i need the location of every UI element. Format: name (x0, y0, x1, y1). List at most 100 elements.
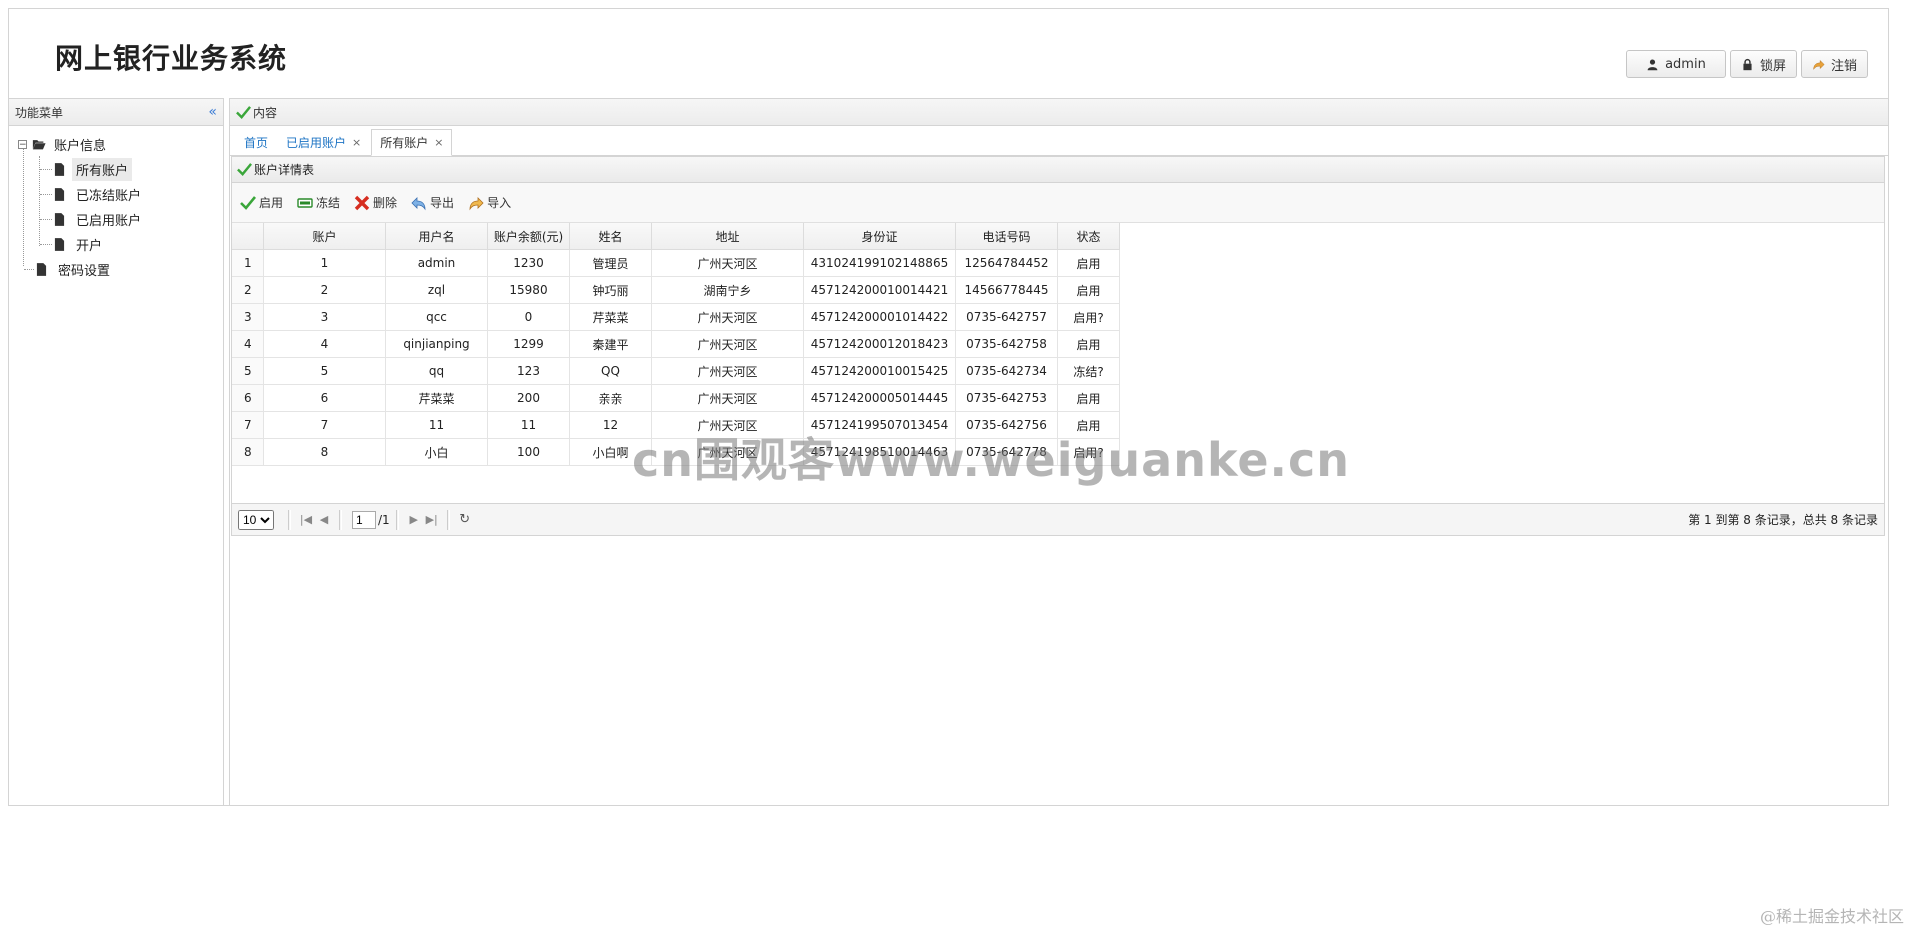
tab-home-label: 首页 (244, 136, 269, 150)
close-icon[interactable]: × (434, 136, 443, 149)
undo-arrow-icon (411, 196, 426, 210)
row-number-cell: 1 (232, 249, 264, 277)
table-row[interactable]: 8 8 小白 100 小白啊 广州天河区 457124198510014463 0735-64… (232, 438, 1120, 466)
redo-arrow-icon (1813, 59, 1825, 70)
table-cell: 芹菜菜 (569, 303, 652, 331)
table-cell: 14566778445 (955, 276, 1058, 304)
page-size-select[interactable]: 10 (238, 509, 274, 530)
last-page-icon[interactable]: ▶| (423, 511, 441, 529)
first-page-icon[interactable]: |◀ (297, 511, 315, 529)
freeze-button[interactable]: 冻结 (297, 194, 340, 211)
page-number-input[interactable] (352, 510, 376, 529)
delete-button[interactable]: 删除 (354, 194, 397, 211)
table-cell: 钟巧丽 (569, 276, 652, 304)
prev-page-icon[interactable]: ◀ (315, 511, 333, 529)
col-header-phone[interactable]: 电话号码 (955, 223, 1058, 250)
table-row[interactable]: 1 1 admin 1230 管理员 广州天河区 431024199102148865 125… (232, 249, 1120, 277)
collapse-left-icon[interactable]: « (208, 105, 217, 119)
table-row[interactable]: 7 7 11 11 12 广州天河区 457124199507013454 0735-6427… (232, 411, 1120, 439)
row-number-cell: 6 (232, 384, 264, 412)
file-icon (54, 163, 68, 176)
user-icon (1647, 58, 1658, 70)
collapse-toggle-icon[interactable]: − (18, 140, 27, 150)
lock-screen-button[interactable]: 锁屏 (1729, 50, 1797, 78)
checkmark-icon (237, 163, 252, 177)
refresh-icon[interactable]: ↻ (456, 511, 474, 529)
table-row[interactable]: 2 2 zql 15980 钟巧丽 湖南宁乡 457124200010014421 14566… (232, 276, 1120, 304)
table-cell: 0735-642734 (955, 357, 1058, 385)
col-header-status[interactable]: 状态 (1057, 223, 1120, 250)
table-cell: 200 (487, 384, 570, 412)
admin-button[interactable]: admin (1625, 50, 1726, 78)
export-button[interactable]: 导出 (411, 194, 454, 211)
table-cell: 6 (263, 384, 386, 412)
delete-label: 删除 (373, 196, 398, 210)
tree-node-password-settings[interactable]: 密码设置 (9, 257, 223, 282)
logout-button[interactable]: 注销 (1800, 50, 1868, 78)
table-row[interactable]: 4 4 qinjianping 1299 秦建平 广州天河区 457124200012018… (232, 330, 1120, 358)
col-header-account[interactable]: 账户 (263, 223, 386, 250)
lock-label: 锁屏 (1759, 58, 1786, 74)
app-frame: 网上银行业务系统 admin 锁屏 注销 功能菜单 « − 账户信息 所有账户 … (8, 8, 1889, 806)
file-icon (54, 213, 68, 226)
tab-enabled-accounts[interactable]: 已启用账户 × (278, 130, 369, 155)
redo-arrow-icon (469, 196, 484, 210)
table-cell: 2 (263, 276, 386, 304)
tree-label-password-settings: 密码设置 (58, 264, 111, 279)
next-page-icon[interactable]: ▶ (405, 511, 423, 529)
tab-home[interactable]: 首页 (236, 130, 276, 155)
table-row[interactable]: 5 5 qq 123 QQ 广州天河区 457124200010015425 0735-642… (232, 357, 1120, 385)
table-cell: 7 (263, 411, 386, 439)
col-header-name[interactable]: 姓名 (569, 223, 652, 250)
table-cell: 冻结? (1057, 357, 1120, 385)
tree-label-open-account: 开户 (76, 239, 103, 254)
col-header-id-card[interactable]: 身份证 (803, 223, 956, 250)
table-cell: 457124200010014421 (803, 276, 956, 304)
row-number-cell: 2 (232, 276, 264, 304)
lock-icon (1743, 58, 1752, 70)
table-cell: 0 (487, 303, 570, 331)
table-cell: 11 (385, 411, 488, 439)
table-cell: 1299 (487, 330, 570, 358)
header: 网上银行业务系统 admin 锁屏 注销 (9, 9, 1888, 98)
table-cell: 小白啊 (569, 438, 652, 466)
table-cell: 5 (263, 357, 386, 385)
col-header-balance[interactable]: 账户余额(元) (487, 223, 570, 250)
tab-enabled-label: 已启用账户 (286, 136, 347, 150)
tree-node-all-accounts[interactable]: 所有账户 (9, 157, 223, 182)
table-cell: 启用 (1057, 276, 1120, 304)
total-pages: /1 (378, 512, 390, 527)
tree-label-account-info: 账户信息 (54, 139, 107, 154)
table-cell: 0735-642758 (955, 330, 1058, 358)
tree-label-enabled-accounts: 已启用账户 (76, 214, 142, 229)
col-header-address[interactable]: 地址 (651, 223, 804, 250)
col-header-username[interactable]: 用户名 (385, 223, 488, 250)
row-number-cell: 8 (232, 438, 264, 466)
enable-button[interactable]: 启用 (240, 194, 283, 211)
export-label: 导出 (430, 196, 455, 210)
tree-node-enabled-accounts[interactable]: 已启用账户 (9, 207, 223, 232)
table-cell: 广州天河区 (651, 330, 804, 358)
tree-node-account-info[interactable]: − 账户信息 (9, 132, 223, 157)
row-number-header (232, 223, 264, 250)
table-cell: 0735-642753 (955, 384, 1058, 412)
table-cell: 457124200010015425 (803, 357, 956, 385)
table-cell: 启用? (1057, 438, 1120, 466)
tree-node-frozen-accounts[interactable]: 已冻结账户 (9, 182, 223, 207)
tab-all-accounts[interactable]: 所有账户 × (371, 129, 453, 156)
close-icon[interactable]: × (352, 136, 361, 149)
account-detail-panel: 账户详情表 启用 冻结 删除 导出 导入 账户 用户名 账户余额(元) 姓名 地… (231, 156, 1885, 536)
table-cell: 457124200012018423 (803, 330, 956, 358)
account-detail-header: 账户详情表 (232, 157, 1884, 183)
table-cell: 秦建平 (569, 330, 652, 358)
account-detail-title: 账户详情表 (254, 163, 315, 177)
tree-node-open-account[interactable]: 开户 (9, 232, 223, 257)
grid-toolbar: 启用 冻结 删除 导出 导入 (232, 183, 1884, 223)
table-cell: 广州天河区 (651, 438, 804, 466)
import-button[interactable]: 导入 (468, 194, 511, 211)
row-number-cell: 3 (232, 303, 264, 331)
table-row[interactable]: 6 6 芹菜菜 200 亲亲 广州天河区 457124200005014445 0735-64… (232, 384, 1120, 412)
table-cell: 启用 (1057, 411, 1120, 439)
table-cell: 1230 (487, 249, 570, 277)
table-row[interactable]: 3 3 qcc 0 芹菜菜 广州天河区 457124200001014422 0735-642… (232, 303, 1120, 331)
